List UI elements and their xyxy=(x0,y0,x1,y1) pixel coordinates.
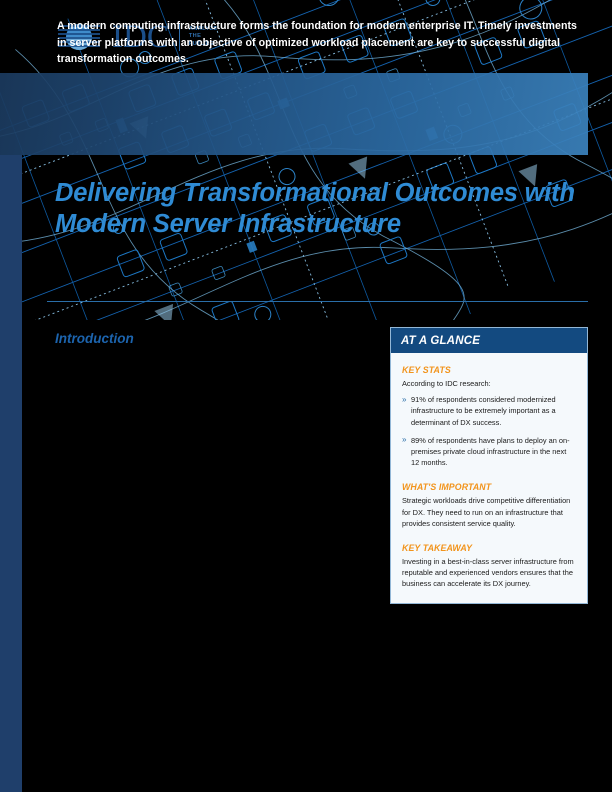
at-a-glance-box: AT A GLANCE KEY STATS According to IDC r… xyxy=(390,327,588,604)
left-rail xyxy=(0,155,22,792)
list-item-text: 91% of respondents considered modernized… xyxy=(411,395,556,427)
section-title-key-stats: KEY STATS xyxy=(402,365,451,375)
key-stats-lead: According to IDC research: xyxy=(402,379,491,388)
summary-banner-text: A modern computing infrastructure forms … xyxy=(57,20,577,65)
at-a-glance-body: KEY STATS According to IDC research: » 9… xyxy=(391,353,587,603)
section-title-key-takeaway: KEY TAKEAWAY xyxy=(402,543,473,554)
title-block: Delivering Transformational Outcomes wit… xyxy=(55,178,585,240)
list-item: » 91% of respondents considered moderniz… xyxy=(402,394,576,428)
whats-important-text: Strategic workloads drive competitive di… xyxy=(402,496,571,528)
at-a-glance-header: AT A GLANCE xyxy=(391,328,587,353)
introduction-heading: Introduction xyxy=(55,331,134,346)
summary-banner xyxy=(0,73,588,155)
list-item: » 89% of respondents have plans to deplo… xyxy=(402,435,576,469)
document-page: IDC ANALYZE THE FUTURE A modern computin… xyxy=(0,0,612,792)
section-title-whats-important: WHAT'S IMPORTANT xyxy=(402,482,492,493)
section-divider xyxy=(47,301,588,302)
chevron-bullet-icon: » xyxy=(402,435,407,445)
summary-banner-content: A modern computing infrastructure forms … xyxy=(57,18,577,68)
chevron-bullet-icon: » xyxy=(402,394,407,404)
at-a-glance-title: AT A GLANCE xyxy=(401,334,481,347)
list-item-text: 89% of respondents have plans to deploy … xyxy=(411,435,570,468)
key-stats-list: » 91% of respondents considered moderniz… xyxy=(402,394,576,468)
key-takeaway-text: Investing in a best-in-class server infr… xyxy=(402,557,574,589)
page-title: Delivering Transformational Outcomes wit… xyxy=(55,179,575,238)
